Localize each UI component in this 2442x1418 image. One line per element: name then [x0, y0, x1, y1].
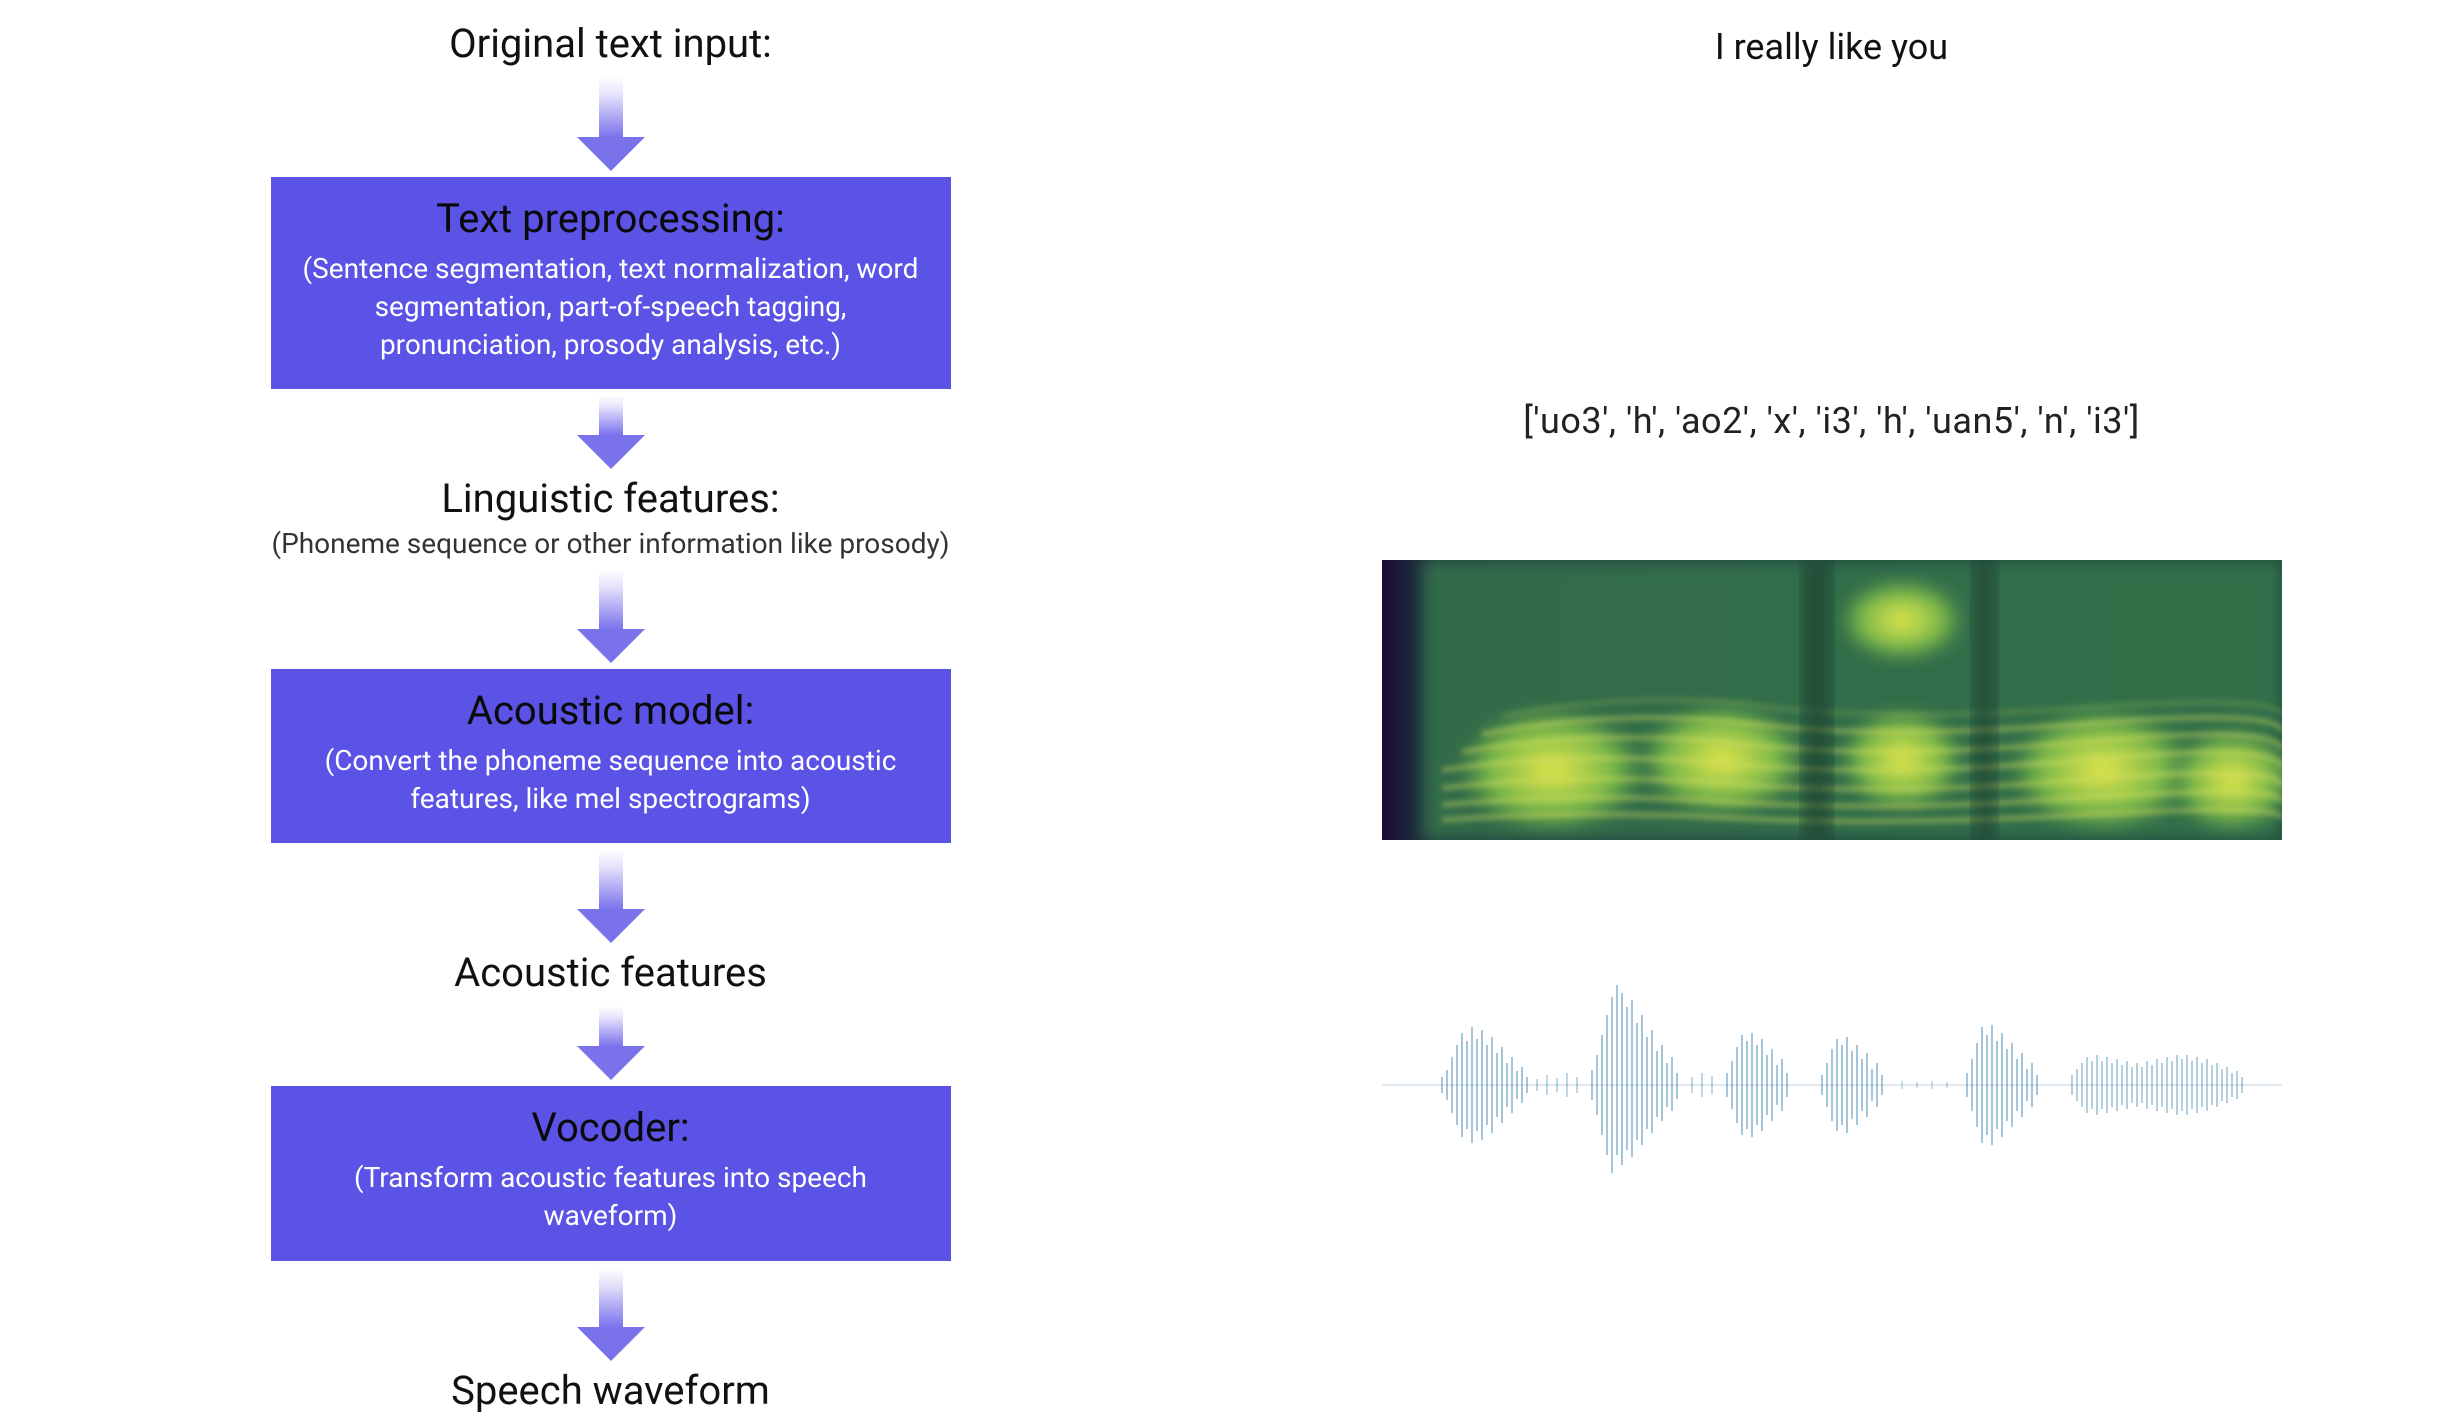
linguistic-features-label: Linguistic features: (Phoneme sequence o… [272, 475, 950, 562]
example-column: I really like you ['uo3', 'h', 'ao2', 'x… [1221, 0, 2442, 1413]
arrow-down-icon [577, 77, 645, 171]
example-phoneme-sequence: ['uo3', 'h', 'ao2', 'x', 'i3', 'h', 'uan… [1523, 400, 2140, 442]
vocoder-desc: (Transform acoustic features into speech… [301, 1159, 921, 1235]
diagram-container: Original text input: Text preprocessing:… [0, 0, 2442, 1413]
text-preprocessing-desc: (Sentence segmentation, text normalizati… [301, 250, 921, 363]
vocoder-title: Vocoder: [301, 1104, 921, 1151]
speech-waveform [1382, 970, 2282, 1200]
acoustic-features-label: Acoustic features [454, 949, 767, 1000]
text-preprocessing-title: Text preprocessing: [301, 195, 921, 242]
acoustic-features-text: Acoustic features [454, 949, 767, 996]
vocoder-box: Vocoder: (Transform acoustic features in… [271, 1086, 951, 1261]
acoustic-model-box: Acoustic model: (Convert the phoneme seq… [271, 669, 951, 844]
waveform-icon [1382, 970, 2282, 1200]
arrow-down-icon [577, 1267, 645, 1361]
pipeline-column: Original text input: Text preprocessing:… [0, 0, 1221, 1413]
output-label: Speech waveform [451, 1367, 770, 1418]
input-label-text: Original text input: [449, 20, 772, 67]
arrow-down-icon [577, 1006, 645, 1080]
acoustic-model-desc: (Convert the phoneme sequence into acous… [301, 742, 921, 818]
example-input-text: I really like you [1715, 26, 1948, 68]
input-label: Original text input: [449, 20, 772, 71]
mel-spectrogram [1382, 560, 2282, 840]
arrow-down-icon [577, 849, 645, 943]
arrow-down-icon [577, 395, 645, 469]
spectrogram-icon [1382, 560, 2282, 840]
linguistic-sub: (Phoneme sequence or other information l… [272, 526, 950, 562]
text-preprocessing-box: Text preprocessing: (Sentence segmentati… [271, 177, 951, 389]
arrow-down-icon [577, 569, 645, 663]
output-label-text: Speech waveform [451, 1367, 770, 1414]
linguistic-title: Linguistic features: [272, 475, 950, 522]
acoustic-model-title: Acoustic model: [301, 687, 921, 734]
